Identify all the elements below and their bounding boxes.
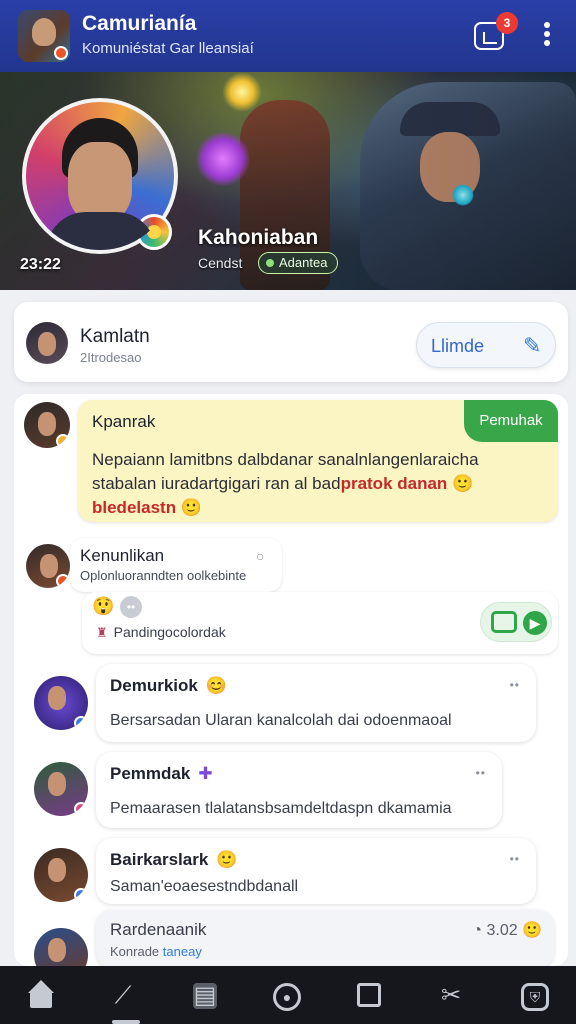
- app-subtitle: Komuniéstat Gar lleansiaí: [82, 40, 254, 57]
- message-title: Pemmdak ✚: [110, 764, 213, 783]
- avatar[interactable]: [34, 676, 88, 730]
- avatar[interactable]: [34, 928, 88, 966]
- emoji-icon[interactable]: 😲: [92, 596, 114, 617]
- tag-button[interactable]: Pemuhak: [464, 400, 558, 442]
- home-icon[interactable]: [0, 966, 82, 1024]
- more-icon[interactable]: ••: [510, 678, 520, 692]
- chat-message[interactable]: Bairkarslark 🙂 Saman'eoaesestndbdanall ••: [96, 838, 536, 904]
- status-icon: ○: [256, 548, 265, 564]
- reactions-row[interactable]: 😲 •• Pandingocolordak ▶: [82, 592, 558, 654]
- app-title: Camurianía: [82, 12, 197, 35]
- avatar[interactable]: [34, 848, 88, 902]
- message-title: Kpanrak: [92, 412, 156, 431]
- message-body: Nepaiann lamitbns dalbdanar sanalnlangen…: [92, 450, 479, 517]
- record-icon[interactable]: ●: [246, 966, 328, 1024]
- avatar[interactable]: [34, 762, 88, 816]
- message-title: Bairkarslark 🙂: [110, 850, 238, 869]
- more-icon[interactable]: ••: [510, 852, 520, 866]
- chat-message[interactable]: Rardenaanik Konrade taneay ◔ 3.02 🙂: [96, 910, 554, 966]
- shield-icon[interactable]: ⛨: [494, 966, 576, 1024]
- notification-badge: 3: [496, 12, 518, 34]
- message-feed[interactable]: Kpanrak Pemuhak Nepaiann lamitbns dalbda…: [14, 394, 568, 966]
- message-title: Kenunlikan: [80, 546, 165, 565]
- message-body: Saman'eoaesestndbdanall: [110, 878, 299, 895]
- bottom-navigation: ⟋ ▤ ● ✂ ⛨: [0, 966, 576, 1024]
- status-chip[interactable]: Adantea: [258, 252, 339, 274]
- pin-icon: ✎: [523, 333, 542, 358]
- message-body: Bersarsadan Ularan kanalcolah dai odoenm…: [110, 712, 452, 729]
- message-title: Demurkiok 😊: [110, 676, 228, 695]
- reply-message[interactable]: Kenunlikan Oplonluoranndten oolkebinte ○: [70, 538, 282, 592]
- more-icon[interactable]: ••: [476, 766, 486, 780]
- message-body: Pemaarasen tlalatansbsamdeltdaspn dkamam…: [110, 800, 452, 817]
- highlight-message[interactable]: Kpanrak Pemuhak Nepaiann lamitbns dalbda…: [78, 400, 558, 522]
- avatar-status-icon: [54, 46, 68, 60]
- banner-name: Kahoniaban: [198, 226, 319, 249]
- active-indicator: [112, 1020, 140, 1024]
- profile-card[interactable]: Kamlatn 2Itrodesao Llimde ✎: [14, 302, 568, 382]
- message-link[interactable]: taneay: [163, 944, 202, 959]
- reaction-meta: Pandingocolordak: [96, 624, 226, 641]
- library-icon[interactable]: ▤: [164, 966, 246, 1024]
- app-avatar[interactable]: [18, 10, 70, 62]
- profile-sub: 2Itrodesao: [80, 350, 142, 365]
- banner-time: 23:22: [20, 256, 61, 273]
- share-button[interactable]: ▶: [480, 602, 552, 642]
- status-label: Cendst: [198, 255, 243, 271]
- more-vert-icon[interactable]: [540, 22, 554, 50]
- avatar[interactable]: [26, 322, 68, 364]
- avatar[interactable]: [26, 544, 70, 588]
- square-icon[interactable]: [328, 966, 410, 1024]
- message-sub: Oplonluoranndten oolkebinte: [80, 568, 247, 583]
- chat-message[interactable]: Pemmdak ✚ Pemaarasen tlalatansbsamdeltdas…: [96, 752, 502, 828]
- chat-message[interactable]: Demurkiok 😊 Bersarsadan Ularan kanalcolah…: [96, 664, 536, 742]
- profile-name: Kamlatn: [80, 326, 150, 347]
- message-title: Rardenaanik: [110, 920, 207, 939]
- more-emoji-icon[interactable]: ••: [120, 596, 142, 618]
- explore-icon[interactable]: ⟋: [82, 966, 164, 1024]
- message-time: ◔ 3.02 🙂: [472, 922, 542, 939]
- pin-button[interactable]: Llimde ✎: [416, 322, 556, 368]
- avatar[interactable]: [24, 402, 70, 448]
- app-header: Camurianía Komuniéstat Gar lleansiaí 3: [0, 0, 576, 72]
- cut-icon[interactable]: ✂: [410, 966, 492, 1024]
- hero-banner: 23:22 Kahoniaban Cendst Adantea: [0, 72, 576, 290]
- message-body: Konrade taneay: [110, 944, 202, 959]
- pin-button-label: Llimde: [431, 336, 485, 356]
